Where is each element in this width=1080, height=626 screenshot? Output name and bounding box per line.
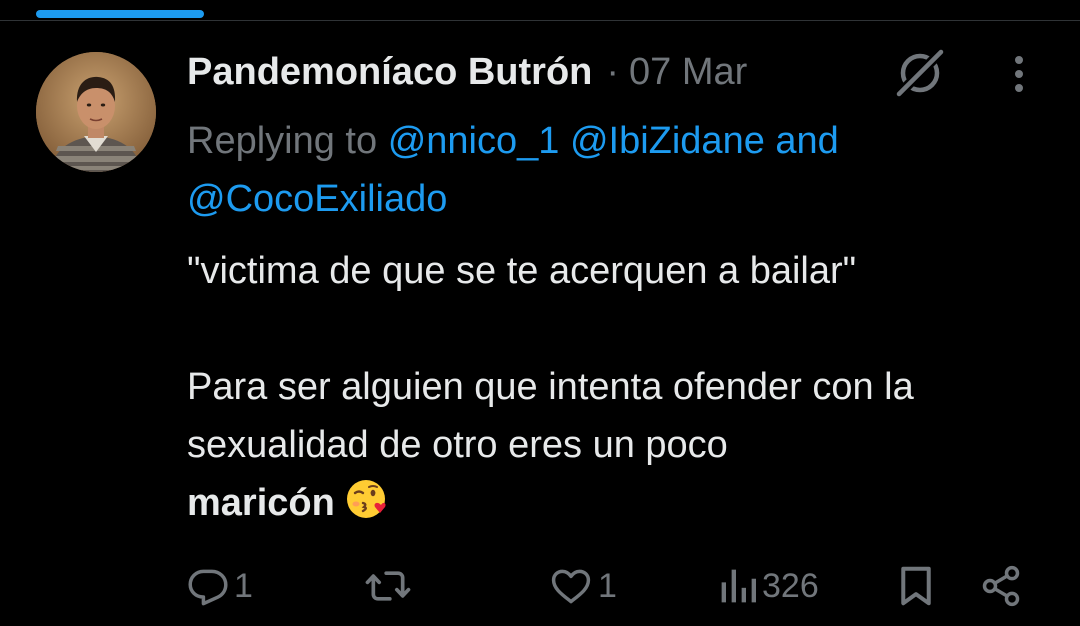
- share-icon: [982, 565, 1020, 607]
- reply-button[interactable]: 1: [186, 556, 253, 616]
- replying-to: Replying to @nnico_1 @IbiZidane and @Coc…: [187, 112, 1047, 228]
- heart-icon: [551, 569, 591, 604]
- avatar[interactable]: [36, 52, 156, 172]
- mention-link[interactable]: @IbiZidane: [570, 120, 765, 162]
- views-icon: [721, 569, 756, 603]
- meta-separator: ·: [606, 50, 620, 93]
- tweet-text-bold: maricón: [187, 482, 335, 524]
- tweet-text: "victima de que se te acerquen a bailar"…: [187, 242, 1057, 532]
- reply-icon: [188, 569, 228, 606]
- avatar-photo: [36, 52, 156, 172]
- author-display-name[interactable]: Pandemoníaco Butrón: [187, 51, 592, 94]
- mention-link[interactable]: @CocoExiliado: [187, 178, 447, 220]
- bookmark-icon: [901, 566, 931, 606]
- bookmark-button[interactable]: [896, 556, 936, 616]
- face-blowing-kiss-emoji: [345, 477, 389, 521]
- mention-conjunction[interactable]: and: [775, 120, 838, 162]
- tweet-text-line: "victima de que se te acerquen a bailar": [187, 250, 857, 292]
- tweet-date[interactable]: 07 Mar: [629, 51, 747, 93]
- replying-to-label: Replying to: [187, 120, 378, 162]
- views-button[interactable]: 326: [718, 556, 819, 616]
- tweet-meta: · 07 Mar: [606, 51, 747, 94]
- tweet-text-line: Para ser alguien que intenta ofender con…: [187, 358, 1057, 532]
- top-divider: [0, 20, 1080, 21]
- grok-icon[interactable]: [893, 46, 947, 100]
- tab-indicator: [36, 10, 204, 18]
- share-button[interactable]: [978, 556, 1024, 616]
- more-vertical-icon[interactable]: [1001, 52, 1037, 96]
- tweet-text-paragraph: Para ser alguien que intenta ofender con…: [187, 366, 914, 466]
- like-button[interactable]: 1: [548, 556, 617, 616]
- tweet-actions: 1 1 326: [0, 556, 1080, 616]
- tweet-screen: Pandemoníaco Butrón · 07 Mar Replying to …: [0, 0, 1080, 626]
- retweet-button[interactable]: [364, 556, 416, 616]
- views-count: 326: [762, 566, 819, 605]
- like-count: 1: [598, 566, 617, 605]
- reply-count: 1: [234, 566, 253, 605]
- mention-link[interactable]: @nnico_1: [388, 120, 560, 162]
- tweet-header: Pandemoníaco Butrón · 07 Mar: [187, 48, 747, 96]
- retweet-icon: [365, 571, 411, 601]
